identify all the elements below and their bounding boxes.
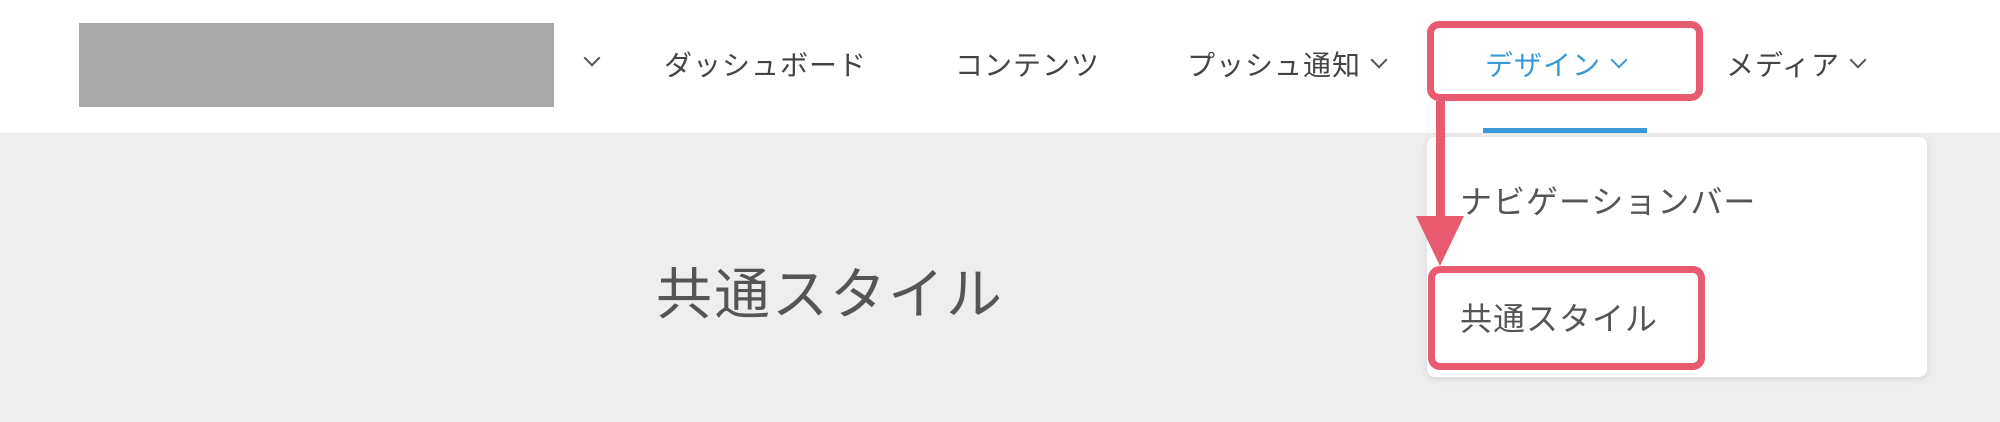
annotation-highlight-common-style bbox=[1428, 266, 1705, 370]
page: ダッシュボード コンテンツ プッシュ通知 デザイン メディア 共通スタイル ナビ… bbox=[0, 0, 2000, 422]
nav-item-label: ダッシュボード bbox=[664, 49, 868, 82]
nav-item-label: メディア bbox=[1726, 49, 1841, 82]
chevron-down-icon[interactable] bbox=[583, 49, 601, 67]
annotation-highlight-design bbox=[1427, 21, 1703, 101]
active-tab-indicator bbox=[1483, 128, 1647, 133]
nav-item-label: プッシュ通知 bbox=[1187, 49, 1362, 82]
page-title: 共通スタイル bbox=[656, 263, 1004, 328]
annotation-arrow-line bbox=[1436, 101, 1445, 223]
dropdown-item-navbar[interactable]: ナビゲーションバー bbox=[1460, 177, 1756, 223]
nav-item-dashboard[interactable]: ダッシュボード bbox=[664, 42, 867, 86]
nav-item-media[interactable]: メディア bbox=[1726, 42, 1867, 86]
logo-placeholder[interactable] bbox=[79, 23, 554, 107]
chevron-down-icon bbox=[1849, 51, 1867, 69]
nav-item-label: コンテンツ bbox=[955, 49, 1101, 82]
nav-item-push[interactable]: プッシュ通知 bbox=[1187, 42, 1388, 86]
annotation-arrow-head bbox=[1416, 216, 1464, 266]
chevron-down-icon bbox=[1370, 51, 1388, 69]
nav-item-contents[interactable]: コンテンツ bbox=[955, 42, 1100, 86]
